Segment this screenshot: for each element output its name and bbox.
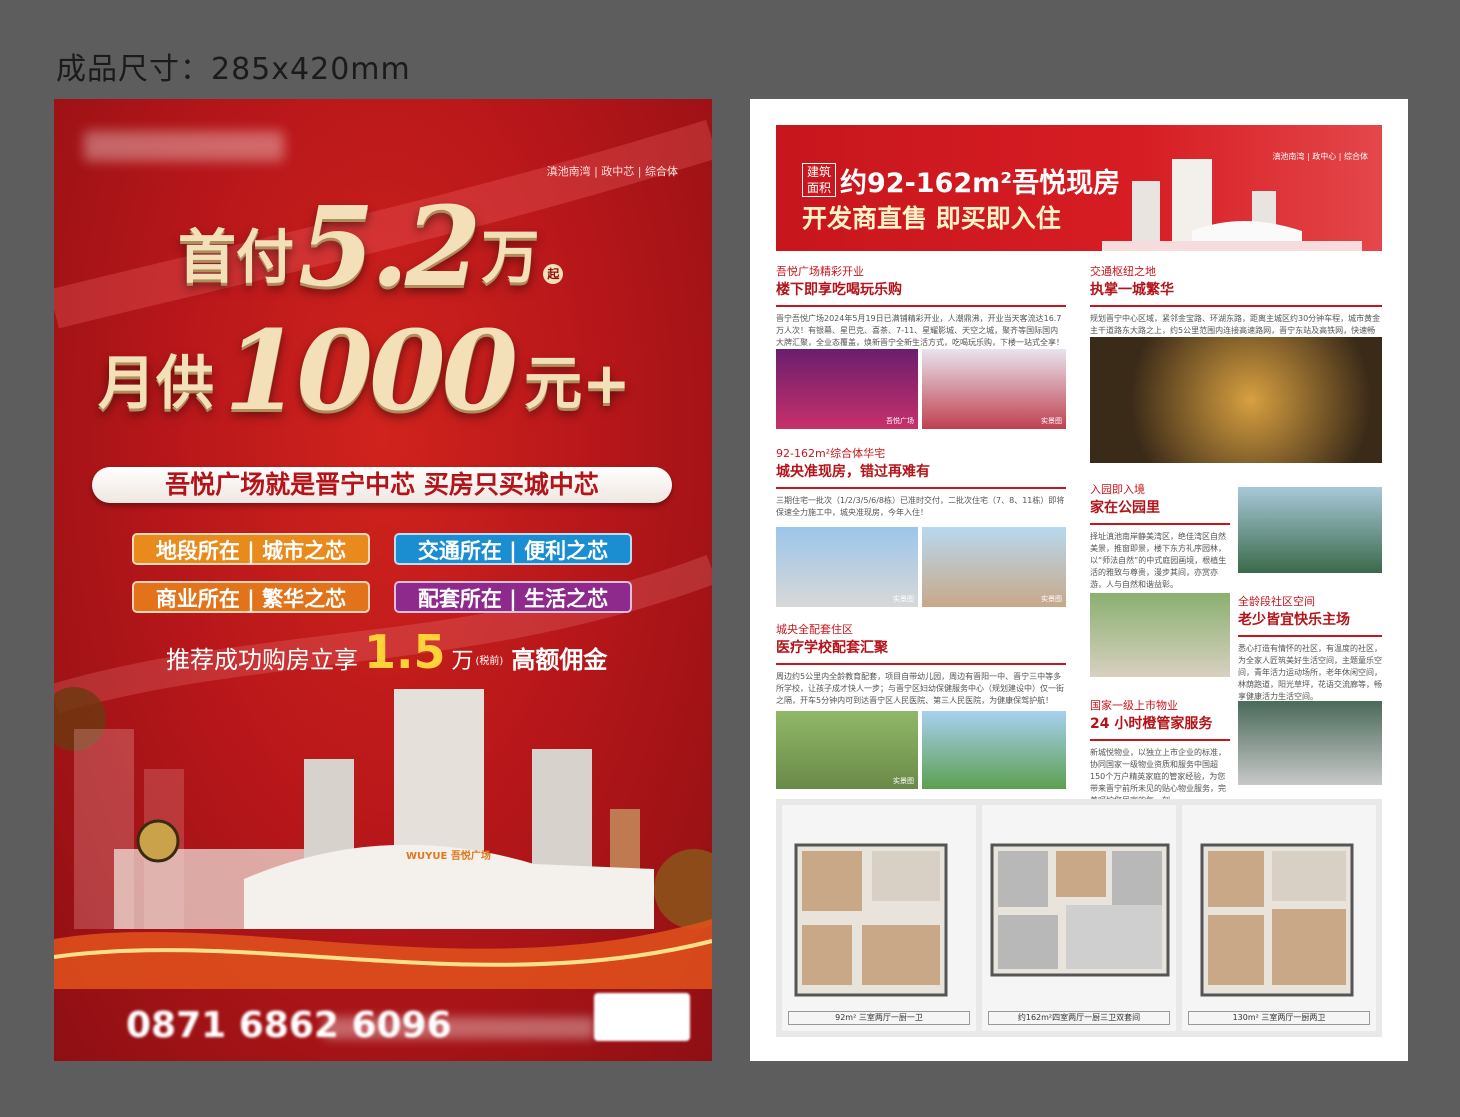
photo-caption: 实景图 — [893, 595, 914, 603]
feature-location: 地段所在 | 城市之芯 — [132, 533, 370, 565]
feature-commerce: 商业所在 | 繁华之芯 — [132, 581, 370, 613]
feature-traffic: 交通所在 | 便利之芯 — [394, 533, 632, 565]
skyline-illustration — [54, 689, 712, 989]
banner-title: 约92-162m²吾悦现房 — [840, 168, 1121, 199]
photo-caption: 吾悦广场 — [886, 417, 914, 425]
photo-mall-crowd: 吾悦广场 — [776, 349, 918, 429]
headline-down-payment: 首付 5.2 万 起 — [178, 192, 564, 302]
section-mall-opening: 吾悦广场精彩开业 楼下即享吃喝玩乐购 晋宁吾悦广场2024年5月19日已满铺精彩… — [776, 265, 1066, 347]
floor-plan-g: 约162m²四室两厅一厨三卫双套间 — [982, 805, 1176, 1031]
back-banner: 滇池南湾 | 政中心 | 综合体 建筑面积 约92-162m²吾悦现房 开发商直… — [776, 125, 1382, 251]
floor-plan-a4: 92m² 三室两厅一厨一卫 — [782, 805, 976, 1031]
photo-towers: 实景图 — [922, 527, 1066, 607]
referral-offer: 推荐成功购房立享 1.5 万 (税前) 高额佣金 — [166, 625, 608, 679]
section-community: 全龄段社区空间 老少皆宜快乐主场 悉心打造有情怀的社区，有温度的社区，为全家人匠… — [1238, 595, 1382, 701]
banner-skyline-decor — [1102, 159, 1362, 251]
photo-community-aerial — [1090, 593, 1230, 677]
floor-plan-c3: 130m² 三室两厅一厨两卫 — [1182, 805, 1376, 1031]
photo-caption: 实景图 — [1041, 417, 1062, 425]
photo-mall-interior: 实景图 — [922, 349, 1066, 429]
section-residences: 92-162m²综合体华宅 城央准现房，错过再难有 三期住宅一批次（1/2/3/… — [776, 447, 1066, 517]
qr-code-icon — [594, 993, 690, 1041]
photo-hospital — [922, 711, 1066, 789]
flyer-back: 滇池南湾 | 政中心 | 综合体 建筑面积 约92-162m²吾悦现房 开发商直… — [750, 99, 1408, 1061]
area-tag: 建筑面积 — [802, 163, 836, 197]
section-property-service: 国家一级上市物业 24 小时橙管家服务 新城悦物业，以独立上市企业的标准，协同国… — [1090, 697, 1230, 807]
photo-caption: 实景图 — [1041, 595, 1062, 603]
photo-tower-closeup: 实景图 — [776, 527, 918, 607]
headline-monthly: 月供 1000 元+ — [98, 306, 631, 435]
photo-kids-running: 实景图 — [776, 711, 918, 789]
section-park: 入园即入境 家在公园里 择址滇池南岸静美湾区，绝佳湾区自然美景，推窗即景，楼下东… — [1090, 481, 1230, 591]
floor-plan-c3-drawing — [1200, 843, 1354, 997]
size-label: 成品尺寸：285x420mm — [56, 52, 411, 87]
photo-security-staff — [1238, 701, 1382, 785]
photo-night-aerial — [1090, 337, 1382, 463]
slogan-banner: 吾悦广场就是晋宁中芯 买房只买城中芯 — [92, 467, 672, 503]
floor-plan-g-drawing — [990, 843, 1170, 977]
mall-sign: WUYUE 吾悦广场 — [406, 851, 491, 862]
photo-caption: 实景图 — [893, 777, 914, 785]
banner-subtitle: 开发商直售 即买即入住 — [802, 204, 1061, 233]
feature-amenities: 配套所在 | 生活之芯 — [394, 581, 632, 613]
floor-plan-a4-drawing — [794, 843, 948, 997]
flyer-front: 滇池南湾 | 政中芯 | 综合体 首付 5.2 万 起 月供 1000 元+ 吾… — [54, 99, 712, 1061]
blurred-address — [324, 1017, 594, 1039]
photo-lake-road — [1238, 487, 1382, 573]
section-schools: 城央全配套住区 医疗学校配套汇聚 周边约5公里内全龄教育配套，项目自带幼儿园，周… — [776, 623, 1066, 705]
floor-plans: 92m² 三室两厅一厨一卫 约162m²四室两厅一厨三卫双套间 130m² 三室… — [776, 799, 1382, 1037]
